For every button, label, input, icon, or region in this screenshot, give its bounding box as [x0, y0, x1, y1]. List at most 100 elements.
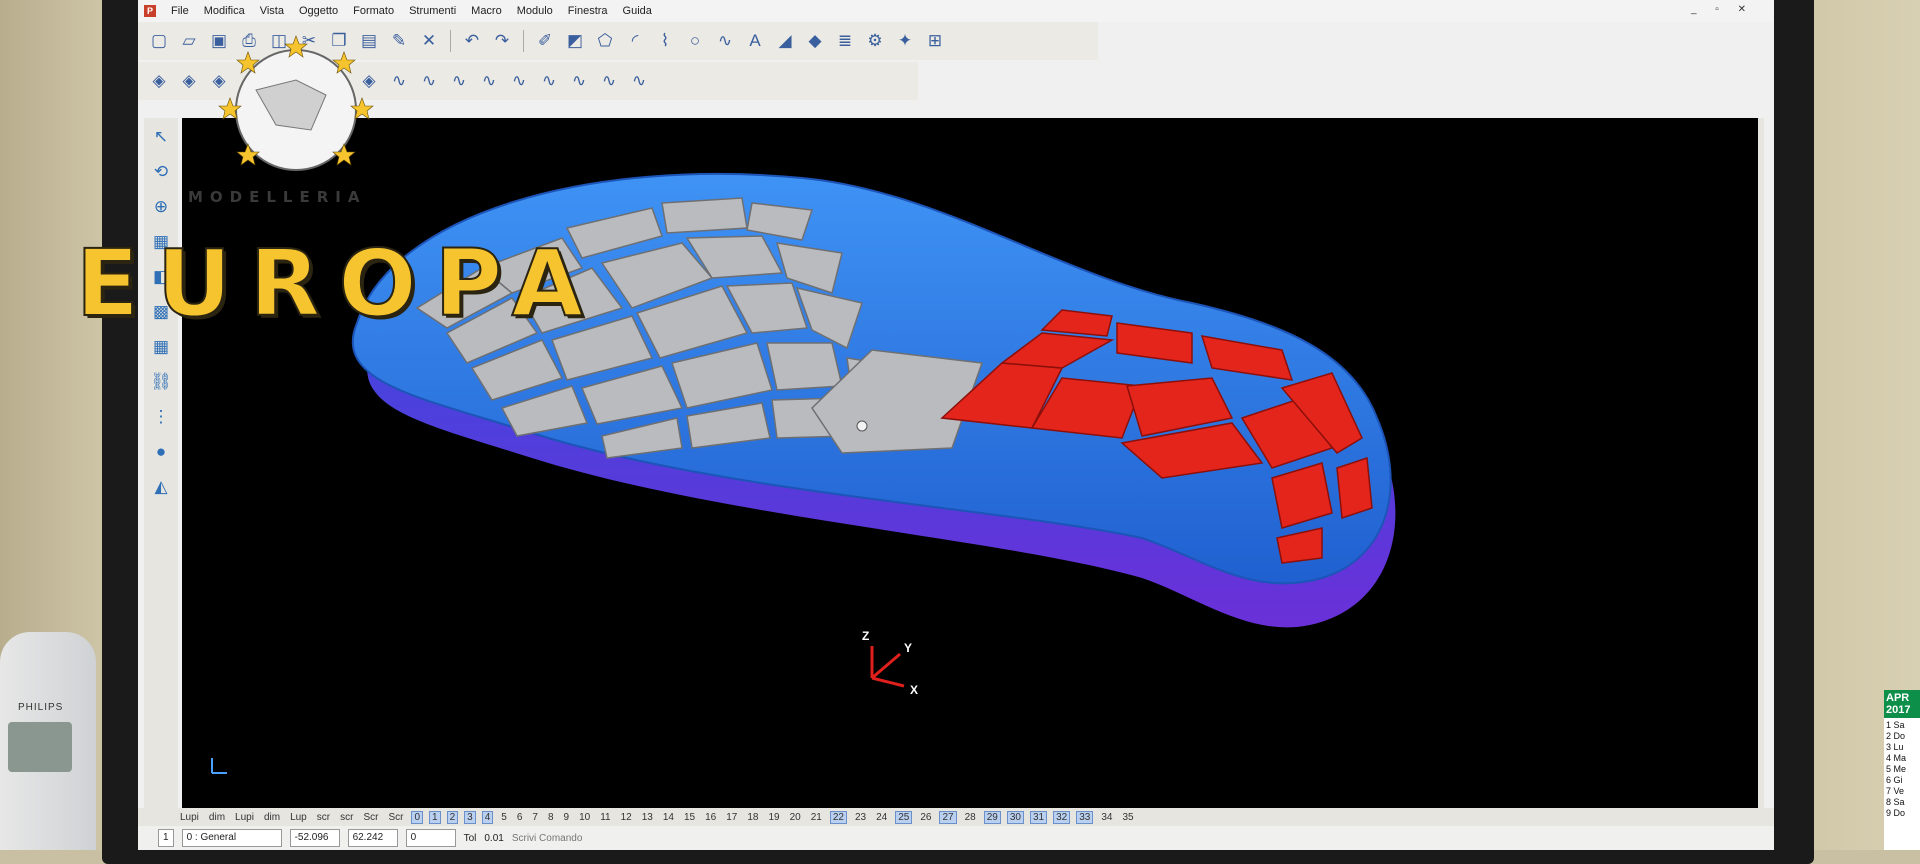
grid-icon[interactable]: ⋮ [148, 404, 174, 430]
polygon-icon[interactable]: ⬠ [592, 28, 618, 54]
layer-tab-0[interactable]: 0 [411, 810, 423, 824]
layer-tab-21[interactable]: 21 [809, 812, 824, 823]
menu-item-strumenti[interactable]: Strumenti [409, 5, 456, 17]
status-snap-0[interactable]: Lupi [178, 812, 201, 823]
status-snap-1[interactable]: dim [207, 812, 227, 823]
coord-z-field[interactable]: 0 [405, 829, 456, 847]
layer-tab-24[interactable]: 24 [874, 812, 889, 823]
layer-tab-25[interactable]: 25 [895, 810, 913, 824]
calendar-day: 3 Lu [1886, 742, 1904, 752]
menu-item-finestra[interactable]: Finestra [568, 5, 608, 17]
text-icon[interactable]: A [742, 28, 768, 54]
calendar-day: 2 Do [1886, 731, 1906, 741]
calendar-day: 7 Ve [1886, 786, 1905, 796]
layer-tab-9[interactable]: 9 [562, 812, 572, 823]
tol-label: Tol [463, 832, 477, 844]
status-snap-2[interactable]: Lupi [233, 812, 256, 823]
menu-item-formato[interactable]: Formato [353, 5, 394, 17]
gears-icon[interactable]: ⚙ [862, 28, 888, 54]
calendar-day: 9 Do [1886, 808, 1906, 818]
coord-y-field[interactable]: 62.242 [347, 829, 398, 847]
sphere-icon[interactable]: ● [148, 439, 174, 465]
layer-tab-19[interactable]: 19 [766, 812, 781, 823]
curve7-icon[interactable]: ∿ [566, 68, 592, 94]
layer-tab-1[interactable]: 1 [429, 810, 441, 824]
menu-item-file[interactable]: File [171, 5, 189, 17]
status-snap-5[interactable]: scr [315, 812, 332, 823]
layer-name-select[interactable]: 0 : General [181, 829, 282, 847]
layer-tab-15[interactable]: 15 [682, 812, 697, 823]
status-snap-3[interactable]: dim [262, 812, 282, 823]
layer-tab-13[interactable]: 13 [640, 812, 655, 823]
layer-tab-14[interactable]: 14 [661, 812, 676, 823]
edit-curve-icon[interactable]: ✐ [532, 28, 558, 54]
cordless-phone: PHILIPS [0, 632, 96, 850]
layer-tab-27[interactable]: 27 [939, 810, 957, 824]
window-controls[interactable]: _ ▫ ✕ [1691, 4, 1754, 15]
toolbar-separator [523, 30, 524, 52]
layer-tab-5[interactable]: 5 [499, 812, 509, 823]
layer-tab-30[interactable]: 30 [1006, 810, 1024, 824]
menu-item-modifica[interactable]: Modifica [204, 5, 245, 17]
menu-item-modulo[interactable]: Modulo [517, 5, 553, 17]
circle-icon[interactable]: ○ [682, 28, 708, 54]
layer-tab-12[interactable]: 12 [619, 812, 634, 823]
surface-icon[interactable]: ◢ [772, 28, 798, 54]
solid-icon[interactable]: ◆ [802, 28, 828, 54]
layer-tab-22[interactable]: 22 [829, 810, 847, 824]
layer-tab-17[interactable]: 17 [724, 812, 739, 823]
calendar-year: 2017 [1886, 704, 1911, 716]
wedge-icon[interactable]: ◭ [148, 474, 174, 500]
layer-tab-7[interactable]: 7 [530, 812, 540, 823]
layer-tab-23[interactable]: 23 [853, 812, 868, 823]
status-snap-7[interactable]: Scr [361, 812, 380, 823]
status-snap-4[interactable]: Lup [288, 812, 309, 823]
tree-icon[interactable]: ⊞ [922, 28, 948, 54]
layers-icon[interactable]: ≣ [832, 28, 858, 54]
spline-icon[interactable]: ∿ [712, 28, 738, 54]
layer-tab-28[interactable]: 28 [963, 812, 978, 823]
chain-icon[interactable]: ⛓ [148, 369, 174, 395]
arc-icon[interactable]: ◜ [622, 28, 648, 54]
layer-tab-35[interactable]: 35 [1120, 812, 1135, 823]
menu-item-macro[interactable]: Macro [471, 5, 502, 17]
layer-tab-29[interactable]: 29 [983, 810, 1001, 824]
layer-tab-8[interactable]: 8 [546, 812, 556, 823]
curve6-icon[interactable]: ∿ [536, 68, 562, 94]
layer-tab-6[interactable]: 6 [515, 812, 525, 823]
axis-y-label: Y [904, 641, 912, 655]
layer-number-field[interactable]: 1 [158, 829, 174, 847]
paint-icon[interactable]: ◩ [562, 28, 588, 54]
layer-tab-31[interactable]: 31 [1029, 810, 1048, 824]
wand-icon[interactable]: ✦ [892, 28, 918, 54]
layer-tab-18[interactable]: 18 [745, 812, 760, 823]
command-input[interactable]: Scrivi Comando [512, 833, 583, 844]
layer-tab-4[interactable]: 4 [481, 810, 494, 824]
calendar-day: 5 Me [1886, 764, 1907, 774]
status-snap-8[interactable]: Scr [386, 812, 405, 823]
layer-tab-11[interactable]: 11 [598, 812, 612, 823]
curve8-icon[interactable]: ∿ [596, 68, 622, 94]
layer-tab-34[interactable]: 34 [1099, 812, 1114, 823]
layer-tab-10[interactable]: 10 [577, 812, 592, 823]
menu-item-vista[interactable]: Vista [260, 5, 284, 17]
layer-tab-16[interactable]: 16 [703, 812, 718, 823]
phone-display [8, 722, 72, 772]
logo-title: EUROPA [75, 229, 601, 338]
layer-tab-3[interactable]: 3 [464, 810, 476, 824]
layer-tab-32[interactable]: 32 [1053, 810, 1071, 824]
status-snap-6[interactable]: scr [338, 812, 355, 823]
app-logo-icon: P [144, 5, 156, 17]
calendar-day: 1 Sa [1886, 720, 1905, 730]
calendar-rows: 1 Sa 2 Do 3 Lu 4 Ma 5 Me 6 Gi 7 Ve 8 Sa 9 Do [1884, 718, 1920, 821]
menu-item-oggetto[interactable]: Oggetto [299, 5, 338, 17]
curve9-icon[interactable]: ∿ [626, 68, 652, 94]
layer-tab-26[interactable]: 26 [918, 812, 933, 823]
layer-tab-33[interactable]: 33 [1076, 810, 1094, 824]
coord-x-field[interactable]: -52.096 [289, 829, 340, 847]
layer-tab-2[interactable]: 2 [446, 810, 459, 824]
polyline-icon[interactable]: ⌇ [652, 28, 678, 54]
menu-item-guida[interactable]: Guida [623, 5, 652, 17]
layer-tab-20[interactable]: 20 [788, 812, 803, 823]
desk-calendar: APR 2017 1 Sa 2 Do 3 Lu 4 Ma 5 Me 6 Gi 7 Ve 8 Sa… [1884, 690, 1920, 850]
